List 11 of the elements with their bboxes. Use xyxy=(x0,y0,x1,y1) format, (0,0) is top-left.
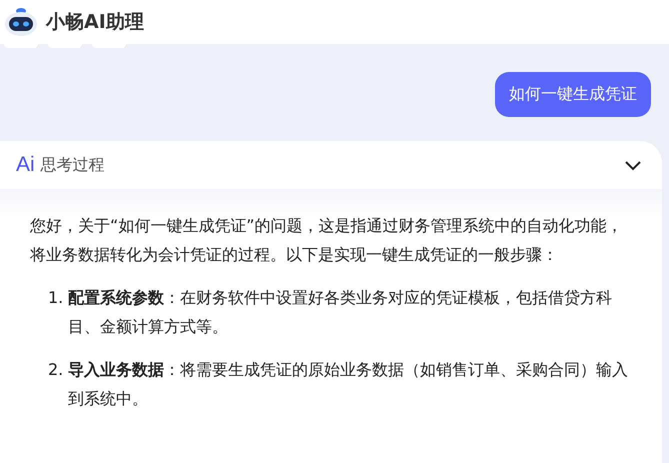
thinking-label: 思考过程 xyxy=(40,154,106,176)
step-text: 配置系统参数：在财务软件中设置好各类业务对应的凭证模板，包括借贷方科目、金额计算方式等。 xyxy=(68,287,613,338)
app-title: 小畅AI助理 xyxy=(46,10,144,35)
step-number: 2. xyxy=(48,359,64,381)
answer-paragraph: 您好，关于“如何一键生成凭证”的问题，这是指通过财务管理系统中的自动化功能，将业务数据转化为会计凭证的过程。以下是实现一键生成凭证的一般步骤： xyxy=(30,215,624,266)
expand-toggle[interactable] xyxy=(624,159,642,171)
user-message: 如何一键生成凭证 xyxy=(495,72,651,117)
ai-icon: Ai xyxy=(16,153,35,177)
step-text: 导入业务数据：将需要生成凭证的原始业务数据（如销售订单、采购合同）输入到系统中。 xyxy=(68,359,629,410)
step-number: 1. xyxy=(48,287,64,309)
robot-logo-icon xyxy=(4,7,38,37)
